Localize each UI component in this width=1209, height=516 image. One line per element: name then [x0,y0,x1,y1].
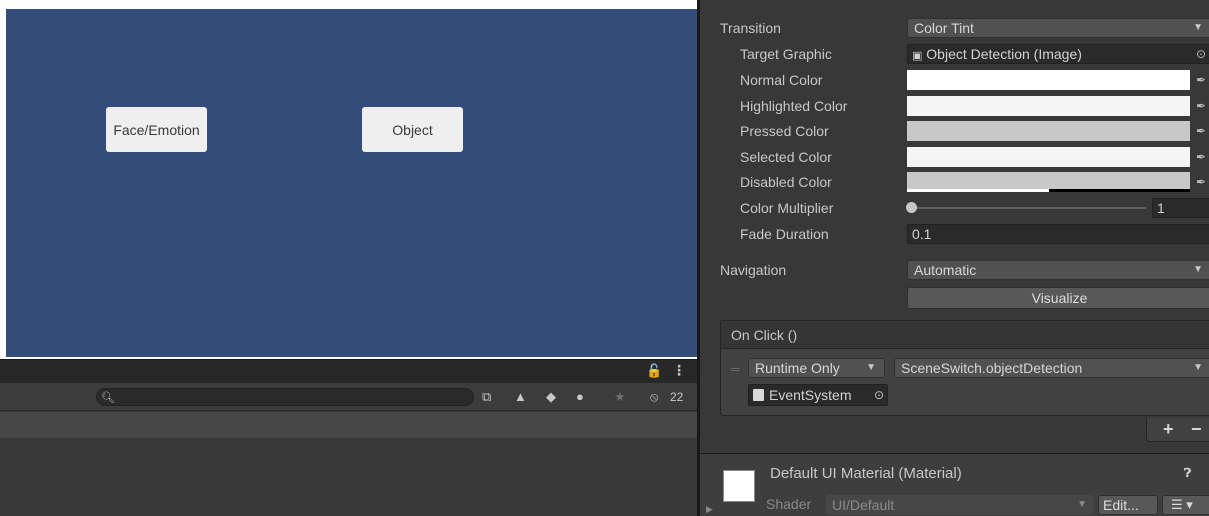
scene-visibility-icon[interactable]: ⧉ [482,389,491,405]
object-picker-icon[interactable]: ⊙ [874,385,884,405]
prefab-icon[interactable]: ▲ [514,389,527,404]
chevron-down-icon: ▼ [1193,362,1203,373]
target-graphic-field[interactable]: ▣ Object Detection (Image) [907,44,1209,64]
hierarchy-list-row[interactable] [0,412,697,438]
normal-color-label: Normal Color [740,72,823,88]
fade-duration-label: Fade Duration [740,226,829,242]
runtime-mode-dropdown[interactable]: Runtime Only ▼ [748,358,885,378]
color-multiplier-field[interactable]: 1 [1152,198,1209,218]
hierarchy-panel: 🔓 ⋮ 🔍︎ ⧉ ▲ ◆ ● ★ ⦸ 22 [0,359,697,516]
navigation-dropdown[interactable]: Automatic ▼ [907,260,1209,280]
tag-icon[interactable]: ◆ [546,389,556,405]
hierarchy-header: 🔓 ⋮ [0,359,697,383]
highlighted-color-label: Highlighted Color [740,98,848,114]
drag-handle-icon[interactable]: ═ [731,362,740,376]
eyedropper-icon[interactable]: ✒ [1196,73,1206,87]
chevron-down-icon: ▼ [1193,264,1203,275]
normal-color-swatch[interactable] [907,70,1190,90]
method-dropdown[interactable]: SceneSwitch.objectDetection ▼ [894,358,1209,378]
disabled-color-swatch[interactable] [907,172,1190,192]
remove-event-button[interactable]: − [1191,419,1202,440]
favorite-star-icon[interactable]: ★ [614,389,626,405]
list-controls: + − [1146,418,1209,442]
more-menu-icon[interactable]: ⋮ [672,362,686,379]
warning-icon[interactable]: ● [576,389,584,404]
material-name: Default UI Material (Material) [770,465,962,482]
pressed-color-label: Pressed Color [740,123,829,139]
slider-handle[interactable] [906,202,917,213]
alpha-bar-remainder [1049,189,1190,192]
hidden-eye-icon[interactable]: ⦸ [650,389,658,405]
material-preview[interactable] [723,470,755,502]
foldout-arrow-icon[interactable]: ▶ [706,504,713,515]
hidden-count: 22 [670,390,684,404]
selected-color-swatch[interactable] [907,147,1190,167]
lock-icon[interactable]: 🔓 [646,363,662,379]
more-menu-icon[interactable]: ⋮ [1203,464,1209,481]
material-component: Default UI Material (Material) ❓︎ ⋮ ▶ Sh… [700,454,1209,516]
inspector-panel: Transition Color Tint ▼ Target Graphic ▣… [697,0,1209,516]
visualize-button[interactable]: Visualize [907,287,1209,309]
shader-dropdown[interactable]: UI/Default ▼ [826,495,1093,515]
face-emotion-button[interactable]: Face/Emotion [106,107,207,152]
add-event-button[interactable]: + [1163,419,1174,440]
scene-view: Face/Emotion Object [0,0,697,359]
chevron-down-icon: ▼ [866,362,876,373]
on-click-header: On Click () [721,321,1209,349]
eyedropper-icon[interactable]: ✒ [1196,99,1206,113]
color-multiplier-slider[interactable] [913,207,1146,209]
edit-shader-button[interactable]: Edit... [1098,495,1158,515]
shader-label: Shader [766,496,812,512]
scene-canvas[interactable]: Face/Emotion Object [6,9,697,357]
help-icon[interactable]: ❓︎ [1184,466,1191,481]
pressed-color-swatch[interactable] [907,121,1190,141]
hierarchy-toolbar: 🔍︎ ⧉ ▲ ◆ ● ★ ⦸ 22 [0,383,697,411]
eyedropper-icon[interactable]: ✒ [1196,150,1206,164]
image-icon: ▣ [912,50,923,62]
navigation-label: Navigation [720,262,787,278]
on-click-event: On Click () ═ Runtime Only ▼ SceneSwitch… [720,320,1209,416]
search-input[interactable]: 🔍︎ [96,388,474,406]
object-button[interactable]: Object [362,107,463,152]
disabled-color-label: Disabled Color [740,174,832,190]
target-graphic-label: Target Graphic [740,46,832,62]
script-icon [753,389,764,401]
shader-options-button[interactable]: ☰ ▾ [1162,495,1209,515]
fade-duration-field[interactable]: 0.1 [907,224,1209,244]
chevron-down-icon: ▼ [1193,22,1203,33]
highlighted-color-swatch[interactable] [907,96,1190,116]
object-picker-icon[interactable]: ⊙ [1196,47,1206,61]
transition-label: Transition [720,20,781,36]
search-icon: 🔍︎ [101,392,115,404]
selected-color-label: Selected Color [740,149,832,165]
transition-dropdown[interactable]: Color Tint ▼ [907,18,1209,38]
chevron-down-icon: ▼ [1077,499,1087,510]
event-target-field[interactable]: EventSystem ⊙ [748,384,888,406]
eyedropper-icon[interactable]: ✒ [1196,124,1206,138]
color-multiplier-label: Color Multiplier [740,200,834,216]
alpha-bar [907,189,1049,192]
eyedropper-icon[interactable]: ✒ [1196,175,1206,189]
